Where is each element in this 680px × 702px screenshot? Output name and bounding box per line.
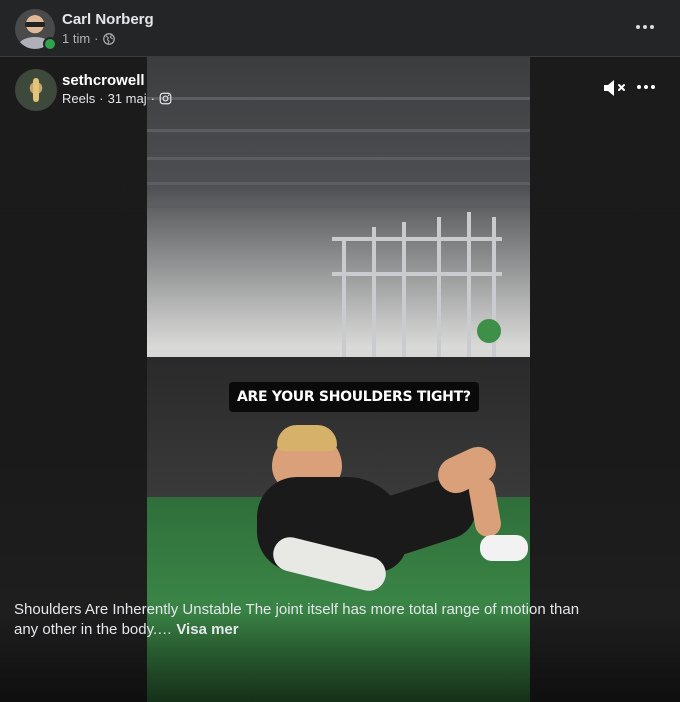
globe-icon [102, 32, 115, 45]
meta-separator: · [150, 91, 155, 106]
shoe [480, 535, 528, 561]
see-more-link[interactable]: Visa mer [176, 621, 238, 638]
reel-meta: Reels · 31 maj · [62, 91, 172, 106]
reel-author-name[interactable]: sethcrowell [62, 72, 145, 89]
meta-separator: · [94, 31, 99, 46]
post-author-name[interactable]: Carl Norberg [62, 11, 154, 28]
post-time[interactable]: 1 tim [62, 31, 90, 46]
reel-date[interactable]: 31 maj [108, 91, 147, 106]
post-meta: 1 tim · [62, 31, 115, 46]
instagram-icon [159, 92, 172, 105]
post-header: Carl Norberg 1 tim · [0, 0, 680, 57]
speaker-muted-icon[interactable] [602, 77, 628, 99]
reel-caption: Shoulders Are Inherently Unstable The jo… [14, 600, 594, 640]
video-overlay-text: ARE YOUR SHOULDERS TIGHT? [229, 382, 479, 412]
meta-separator: · [99, 91, 104, 106]
online-status-dot [43, 37, 57, 51]
reel-caption-text: Shoulders Are Inherently Unstable The jo… [14, 601, 580, 638]
post-options-button[interactable] [627, 17, 663, 37]
reel-source[interactable]: Reels [62, 91, 95, 106]
reel-author-avatar[interactable] [15, 69, 57, 111]
reel-options-button[interactable] [628, 77, 664, 97]
